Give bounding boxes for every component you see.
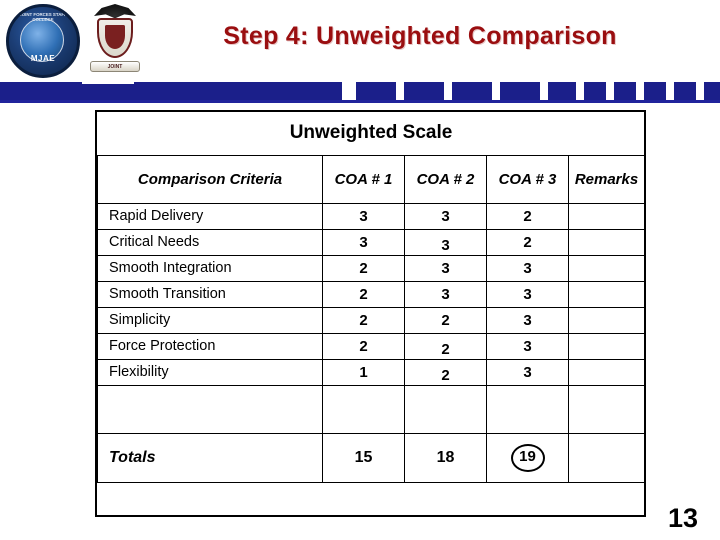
banner-dash-8 [644,82,666,100]
coa2-value: 3 [404,280,487,308]
coa3-value: 3 [486,306,569,334]
banner-dash-6 [584,82,606,100]
criteria-label: Smooth Transition [97,280,323,308]
jfsc-crest: JOINT [88,2,142,78]
shield-inner [105,25,125,49]
remarks-value [567,358,646,386]
criteria-label: Force Protection [97,332,323,360]
coa3-value: 3 [486,254,569,282]
remarks-value [567,202,646,230]
table-row: Force Protection 2 2 3 [97,332,646,360]
banner-dash-2 [404,82,444,100]
table-row: Critical Needs 3 3 2 [97,228,646,256]
banner-solid [0,82,342,100]
coa2-value: 2 [404,358,487,386]
table-row-totals: Totals 15 18 19 [97,432,646,483]
column-header-criteria: Comparison Criteria [97,154,323,204]
totals-remarks [567,432,646,483]
coa1-value: 3 [322,202,405,230]
table-row: Smooth Integration 2 3 3 [97,254,646,282]
banner-underline [0,100,720,103]
coa2-value: 3 [404,228,487,256]
remarks-value [567,306,646,334]
page-title: Step 4: Unweighted Comparison [223,22,617,50]
totals-coa2: 18 [404,432,487,483]
remarks-value [567,384,646,434]
column-header-coa2: COA # 2 [404,154,487,204]
shield-icon [97,18,133,58]
coa1-value: 3 [322,228,405,256]
criteria-label: Critical Needs [97,228,323,256]
coa1-value [322,384,405,434]
table-row: Rapid Delivery 3 3 2 [97,202,646,230]
table-row: Simplicity 2 2 3 [97,306,646,334]
banner-dash-10 [704,82,720,100]
crest-motto-scroll: JOINT [90,61,140,72]
table-scale-header-row: Unweighted Scale [97,112,645,156]
totals-coa3-circled: 19 [510,443,545,472]
coa2-value: 2 [404,332,487,360]
banner-dash-4 [500,82,540,100]
criteria-label: Flexibility [97,358,323,386]
criteria-label: Rapid Delivery [97,202,323,230]
banner-notch [82,76,134,84]
coa1-value: 2 [322,254,405,282]
column-header-coa3: COA # 3 [486,154,569,204]
mjae-seal-label: MJAE [30,54,56,63]
banner-dash-9 [674,82,696,100]
coa3-value [486,384,569,434]
mjae-seal-arc-text: JOINT FORCES STAFF COLLEGE [19,12,67,22]
coa1-value: 2 [322,280,405,308]
criteria-label [97,384,323,434]
coa3-value: 2 [486,228,569,256]
remarks-value [567,254,646,282]
coa3-value: 3 [486,280,569,308]
coa3-value: 3 [486,358,569,386]
coa2-value: 3 [404,254,487,282]
coa1-value: 2 [322,306,405,334]
page-number: 13 [667,503,698,533]
banner-dash-7 [614,82,636,100]
coa1-value: 2 [322,332,405,360]
table-row: Smooth Transition 2 3 3 [97,280,646,308]
totals-coa1: 15 [322,432,405,483]
criteria-label: Smooth Integration [97,254,323,282]
coa1-value: 1 [322,358,405,386]
totals-label: Totals [97,432,323,483]
coa3-value: 2 [486,202,569,230]
banner-dash-1 [356,82,396,100]
coa2-value [404,384,487,434]
remarks-value [567,228,646,256]
coa3-value: 3 [486,332,569,360]
unweighted-comparison-table: Unweighted Scale Comparison Criteria COA… [95,110,646,517]
scale-header: Unweighted Scale [97,112,645,156]
column-header-coa1: COA # 1 [322,154,405,204]
table-footer-spacer [97,481,645,508]
banner-strip [0,76,720,103]
table-row-footer [97,481,645,508]
banner-dash-3 [452,82,492,100]
mjae-seal: JOINT FORCES STAFF COLLEGE MJAE [6,4,80,78]
totals-coa3-cell: 19 [486,432,569,483]
table-row: Flexibility 1 2 3 [97,358,646,386]
table-header-row: Comparison Criteria COA # 1 COA # 2 COA … [97,154,646,204]
table-row-blank [97,384,646,434]
remarks-value [567,280,646,308]
coa2-value: 3 [404,202,487,230]
remarks-value [567,332,646,360]
column-header-remarks: Remarks [567,154,646,204]
banner-dash-5 [548,82,576,100]
coa2-value: 2 [404,306,487,334]
criteria-label: Simplicity [97,306,323,334]
